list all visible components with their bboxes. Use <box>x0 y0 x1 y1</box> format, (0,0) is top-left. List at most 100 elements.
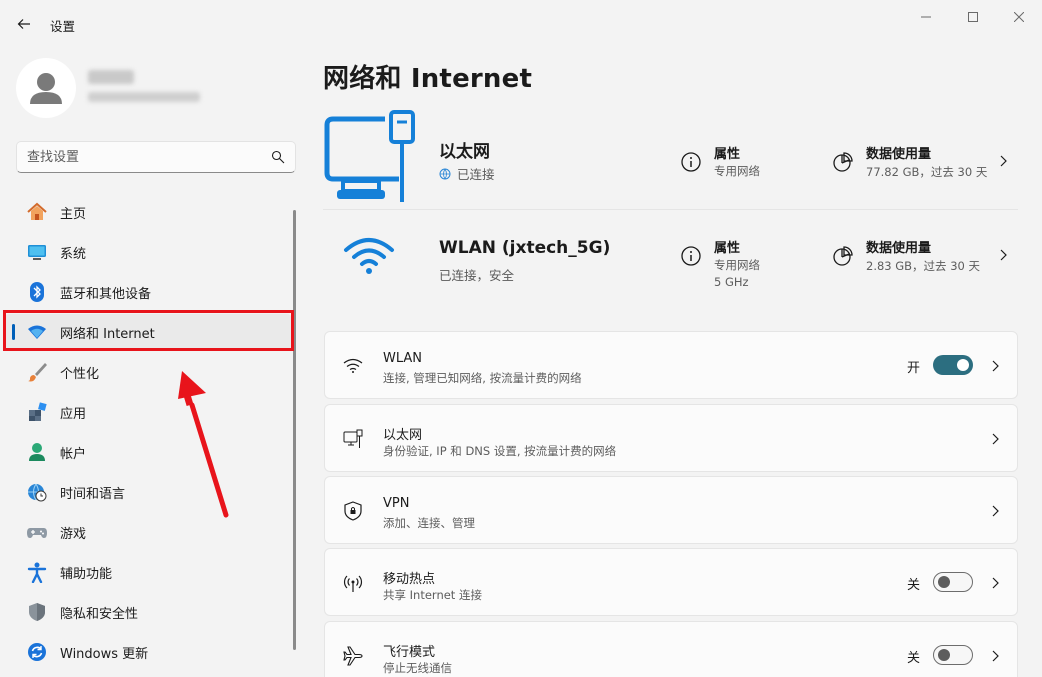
bluetooth-icon <box>26 281 48 303</box>
setting-title: WLAN <box>383 351 423 366</box>
search-box[interactable] <box>16 141 296 173</box>
sidebar-item-gaming[interactable]: 游戏 <box>4 514 292 550</box>
maximize-icon <box>968 12 978 22</box>
pie-chart-icon <box>833 246 853 266</box>
setting-description: 添加、连接、管理 <box>383 516 475 530</box>
profile-email-redacted <box>88 92 200 102</box>
setting-mobile-hotspot[interactable]: 移动热点 共享 Internet 连接 关 <box>324 548 1018 616</box>
wifi-signal-icon <box>343 236 395 276</box>
minimize-button[interactable] <box>915 6 937 28</box>
sidebar-item-label: 辅助功能 <box>60 566 113 582</box>
sidebar-item-label: 主页 <box>60 206 87 222</box>
globe-icon <box>439 168 451 179</box>
sidebar-item-label: 时间和语言 <box>60 486 126 502</box>
airplane-icon <box>342 645 364 667</box>
wlan-toggle[interactable] <box>933 355 973 375</box>
globe-clock-icon <box>26 481 48 503</box>
connection-status: 已连接 <box>439 164 495 183</box>
chevron-right-icon[interactable] <box>988 504 1002 518</box>
chevron-right-icon[interactable] <box>988 359 1002 373</box>
sidebar-item-label: Windows 更新 <box>60 646 149 662</box>
app-title: 设置 <box>50 19 76 34</box>
page-title: 网络和 Internet <box>323 64 533 94</box>
setting-title: 以太网 <box>383 428 423 443</box>
sidebar-item-apps[interactable]: 应用 <box>4 394 292 430</box>
setting-wlan[interactable]: WLAN 连接, 管理已知网络, 按流量计费的网络 开 <box>324 331 1018 399</box>
sidebar-item-label: 系统 <box>60 246 87 262</box>
sidebar-item-label: 隐私和安全性 <box>60 606 139 622</box>
sidebar-item-accessibility[interactable]: 辅助功能 <box>4 554 292 590</box>
vpn-shield-icon <box>342 500 364 522</box>
connection-name: WLAN (jxtech_5G) <box>439 238 611 258</box>
sidebar-scrollbar[interactable] <box>293 210 296 650</box>
chevron-right-icon[interactable] <box>988 576 1002 590</box>
connection-status-text: 已连接 <box>457 167 495 182</box>
user-profile[interactable] <box>16 58 296 118</box>
toggle-state-label: 开 <box>907 361 921 376</box>
setting-title: 移动热点 <box>383 572 436 587</box>
close-icon <box>1014 12 1024 22</box>
properties-subtitle: 专用网络 <box>714 258 760 272</box>
sidebar-item-label: 游戏 <box>60 526 87 542</box>
sidebar-item-system[interactable]: 系统 <box>4 234 292 270</box>
chevron-right-icon[interactable] <box>996 248 1010 262</box>
minimize-icon <box>921 16 931 18</box>
setting-description: 连接, 管理已知网络, 按流量计费的网络 <box>383 371 582 385</box>
maximize-button[interactable] <box>962 6 984 28</box>
sidebar-item-bluetooth[interactable]: 蓝牙和其他设备 <box>4 274 292 310</box>
data-usage-title: 数据使用量 <box>866 241 932 256</box>
connection-wlan-summary[interactable]: WLAN (jxtech_5G) 已连接，安全 属性 专用网络 5 GHz 数据… <box>323 212 1018 302</box>
setting-ethernet[interactable]: 以太网 身份验证, IP 和 DNS 设置, 按流量计费的网络 <box>324 404 1018 472</box>
title-bar: 设置 <box>0 0 1042 48</box>
search-icon[interactable] <box>271 150 285 164</box>
wifi-icon <box>342 355 364 377</box>
sidebar-item-label: 个性化 <box>60 366 100 382</box>
sidebar-item-personalization[interactable]: 个性化 <box>4 354 292 390</box>
setting-title: 飞行模式 <box>383 645 436 660</box>
sidebar-item-label: 蓝牙和其他设备 <box>60 286 152 302</box>
pie-chart-icon <box>833 152 853 172</box>
profile-name-redacted <box>88 70 134 84</box>
sidebar-item-network[interactable]: 网络和 Internet <box>4 314 292 350</box>
brush-icon <box>26 361 48 383</box>
info-icon <box>681 152 701 172</box>
avatar <box>16 58 76 118</box>
search-input[interactable] <box>17 142 247 172</box>
monitor-icon <box>26 241 48 263</box>
setting-airplane-mode[interactable]: 飞行模式 停止无线通信 关 <box>324 621 1018 677</box>
ethernet-icon <box>342 428 364 450</box>
sidebar-item-accounts[interactable]: 帐户 <box>4 434 292 470</box>
connection-status: 已连接，安全 <box>439 265 514 284</box>
accessibility-icon <box>26 561 48 583</box>
chevron-right-icon[interactable] <box>988 649 1002 663</box>
sidebar-item-privacy-security[interactable]: 隐私和安全性 <box>4 594 292 630</box>
data-usage-title: 数据使用量 <box>866 147 932 162</box>
apps-icon <box>26 401 48 423</box>
connection-ethernet-summary[interactable]: 以太网 已连接 属性 专用网络 数据使用量 77.82 GB，过去 30 天 <box>323 110 1018 210</box>
airplane-mode-toggle[interactable] <box>933 645 973 665</box>
close-button[interactable] <box>1008 6 1030 28</box>
shield-icon <box>26 601 48 623</box>
home-icon <box>26 201 48 223</box>
setting-description: 停止无线通信 <box>383 661 452 675</box>
properties-subtitle: 专用网络 <box>714 164 760 178</box>
toggle-state-label: 关 <box>907 578 921 593</box>
account-icon <box>26 441 48 463</box>
data-usage-subtitle: 2.83 GB，过去 30 天 <box>866 259 981 273</box>
back-arrow-icon <box>17 19 30 29</box>
update-icon <box>26 641 48 663</box>
connection-status-text: 已连接，安全 <box>439 268 515 283</box>
sidebar-item-label: 帐户 <box>60 446 87 462</box>
wifi-icon <box>26 321 48 343</box>
properties-title: 属性 <box>714 241 741 256</box>
sidebar-item-home[interactable]: 主页 <box>4 194 292 230</box>
sidebar-item-time-language[interactable]: 时间和语言 <box>4 474 292 510</box>
sidebar-item-windows-update[interactable]: Windows 更新 <box>4 634 292 670</box>
back-button[interactable] <box>14 14 34 34</box>
setting-description: 共享 Internet 连接 <box>383 588 482 602</box>
chevron-right-icon[interactable] <box>996 154 1010 168</box>
setting-vpn[interactable]: VPN 添加、连接、管理 <box>324 476 1018 544</box>
chevron-right-icon[interactable] <box>988 432 1002 446</box>
hotspot-toggle[interactable] <box>933 572 973 592</box>
ethernet-computer-icon <box>323 110 418 205</box>
